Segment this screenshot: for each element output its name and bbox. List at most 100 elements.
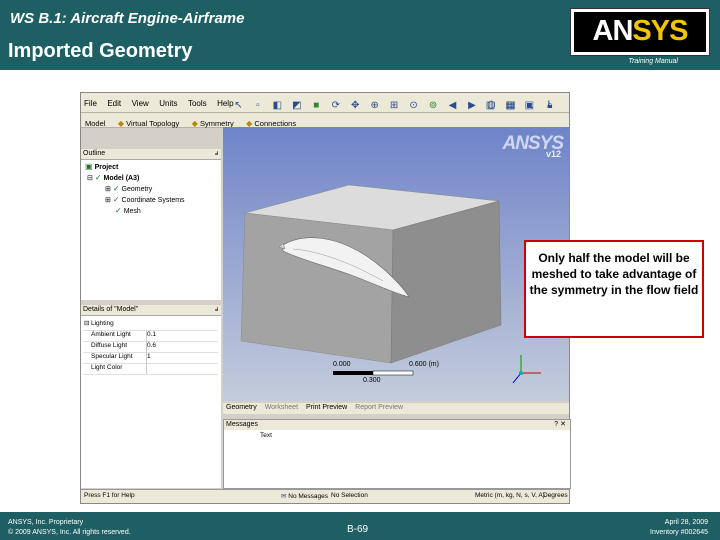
menu-units[interactable]: Units [156, 94, 180, 108]
pin-icon[interactable]: ⅎ [215, 305, 218, 315]
edge-select-icon[interactable]: ◩ [291, 100, 302, 111]
collapse-icon[interactable]: ⊟ [84, 319, 89, 327]
menu-bar: File Edit View Units Tools Help ↖ ▫ ◧ ◩ … [81, 93, 569, 129]
zoom-icon[interactable]: ⊕ [369, 100, 380, 111]
status-degrees[interactable]: Degrees [543, 492, 568, 499]
prop-name: Light Color [91, 364, 123, 371]
expand-icon[interactable]: ⊞ [105, 186, 111, 193]
tree-mesh-label: Mesh [123, 208, 141, 215]
slide-title-workshop: WS B.1: Aircraft Engine-Airframe [10, 10, 245, 27]
tab-geometry[interactable]: Geometry [223, 403, 260, 412]
details-section-label: Lighting [91, 320, 114, 327]
footer-copyright: ANSYS, Inc. Proprietary © 2009 ANSYS, In… [8, 518, 131, 538]
tree-coordinate-systems-label: Coordinate Systems [121, 197, 185, 204]
footer-proprietary: ANSYS, Inc. Proprietary [8, 519, 84, 526]
text-icon[interactable]: Ⅰ [543, 100, 554, 111]
model-toolbar: Model ◆ Virtual Topology ◆ Symmetry ◆ Co… [81, 112, 569, 128]
tree-project-label: Project [94, 164, 119, 171]
logo-text-right: SYS [632, 15, 688, 47]
toolbar-icons-right: ▥ ▤ ▣ Ⅰ ✉ ▾ [483, 95, 569, 129]
image-icon[interactable]: ▣ [524, 100, 535, 111]
view-tabs: Geometry Worksheet Print Preview Report … [223, 403, 569, 414]
tab-report-preview[interactable]: Report Preview [352, 403, 406, 412]
prop-name: Specular Light [91, 353, 133, 360]
status-help: Press F1 for Help [84, 492, 135, 499]
tab-worksheet[interactable]: Worksheet [262, 403, 301, 412]
coordinate-systems-icon: ✓ [112, 195, 120, 204]
tree-mesh[interactable]: ✓ Mesh [115, 206, 141, 215]
zoom-fit-icon[interactable]: ⊙ [408, 100, 419, 111]
scale-label-mid: 0.300 [363, 377, 381, 384]
box-front-face [240, 212, 394, 364]
geometry-icon: ✓ [112, 184, 120, 193]
footer-date: April 28, 2009 [664, 519, 708, 526]
pin-icon[interactable]: ⅎ [215, 149, 218, 159]
footer-inventory: Inventory #002645 [650, 529, 708, 536]
face-select-icon[interactable]: ◧ [272, 100, 283, 111]
grid-icon[interactable]: ▤ [504, 100, 515, 111]
tree-coordinate-systems[interactable]: ⊞ ✓ Coordinate Systems [105, 195, 185, 204]
footer-date-inventory: April 28, 2009 Inventory #002645 [650, 518, 708, 538]
body-select-icon[interactable]: ■ [311, 100, 322, 111]
tree-model[interactable]: ⊟ ✓ Model (A3) [87, 173, 139, 182]
symmetry-icon: ◆ [191, 119, 198, 128]
status-messages-text: No Messages [288, 493, 329, 500]
expand-icon[interactable]: ⊞ [105, 197, 111, 204]
prop-value[interactable]: 1 [147, 353, 151, 360]
graphics-viewport[interactable]: ANSYS v12 0.000 0.300 0.600 (m) [223, 127, 569, 401]
messages-icon: ✉ [281, 493, 287, 500]
model-button[interactable]: Model [81, 117, 109, 128]
status-messages[interactable]: ✉ No Messages [281, 492, 328, 500]
details-title: Details of "Model" ⅎ [81, 305, 221, 316]
slide-title: Imported Geometry [8, 40, 193, 62]
slide-header: WS B.1: Aircraft Engine-Airframe Importe… [0, 0, 720, 70]
ansys-logo: ANSYS [570, 8, 710, 56]
menu-edit[interactable]: Edit [104, 94, 124, 108]
scale-label-0: 0.000 [333, 361, 351, 368]
outline-title-text: Outline [83, 150, 106, 157]
help-close-icon[interactable]: ? ✕ [554, 420, 566, 430]
virtual-topology-label: Virtual Topology [126, 119, 180, 128]
messages-panel: Messages ? ✕ Text [223, 419, 571, 489]
select-icon[interactable]: ↖ [233, 100, 244, 111]
menu-view[interactable]: View [129, 94, 152, 108]
pan-icon[interactable]: ✥ [350, 100, 361, 111]
messages-title: Messages ? ✕ [224, 420, 570, 430]
messages-title-text: Messages [226, 421, 258, 428]
chart-icon[interactable]: ▥ [485, 100, 496, 111]
prop-value[interactable]: 0.6 [147, 342, 156, 349]
details-title-text: Details of "Model" [83, 306, 139, 313]
annotation-callout: Only half the model will be meshed to ta… [524, 240, 704, 338]
prop-name: Diffuse Light [91, 342, 128, 349]
next-view-icon[interactable]: ▶ [466, 100, 477, 111]
logo-text-left: AN [592, 15, 634, 47]
virtual-topology-button[interactable]: ◆ Virtual Topology [114, 117, 183, 128]
outline-title: Outline ⅎ [81, 149, 221, 160]
menu-tools[interactable]: Tools [185, 94, 210, 108]
prop-row[interactable]: Light Color [83, 363, 218, 375]
tree-model-label: Model (A3) [103, 175, 140, 182]
details-grid: ⊟ Lighting Ambient Light 0.1 Diffuse Ligh… [81, 316, 221, 488]
rotate-icon[interactable]: ⟳ [330, 100, 341, 111]
collapse-icon[interactable]: ⊟ [87, 175, 93, 182]
prop-value[interactable]: 0.1 [147, 331, 156, 338]
tree-project[interactable]: ▣ Project [85, 162, 118, 171]
status-bar: Press F1 for Help ✉ No Messages No Selec… [81, 489, 569, 503]
footer-page-number: B-69 [347, 524, 369, 535]
magnify-icon[interactable]: ⊚ [428, 100, 439, 111]
status-units[interactable]: Metric (m, kg, N, s, V, A) [475, 492, 545, 499]
training-manual-label: Training Manual [628, 58, 678, 65]
messages-column-header[interactable]: Text [224, 430, 570, 439]
virtual-topology-icon: ◆ [117, 119, 125, 128]
tab-print-preview[interactable]: Print Preview [303, 403, 350, 412]
scale-label-end: 0.600 (m) [409, 361, 439, 368]
menu-file[interactable]: File [81, 94, 100, 108]
scale-bar-dark [333, 371, 373, 375]
project-icon: ▣ [85, 162, 93, 171]
app-window: File Edit View Units Tools Help ↖ ▫ ◧ ◩ … [80, 92, 571, 504]
tree-geometry[interactable]: ⊞ ✓ Geometry [105, 184, 152, 193]
box-zoom-icon[interactable]: ⊞ [389, 100, 400, 111]
point-select-icon[interactable]: ▫ [252, 100, 263, 111]
previous-view-icon[interactable]: ◀ [447, 100, 458, 111]
footer-rights: © 2009 ANSYS, Inc. All rights reserved. [8, 529, 131, 536]
